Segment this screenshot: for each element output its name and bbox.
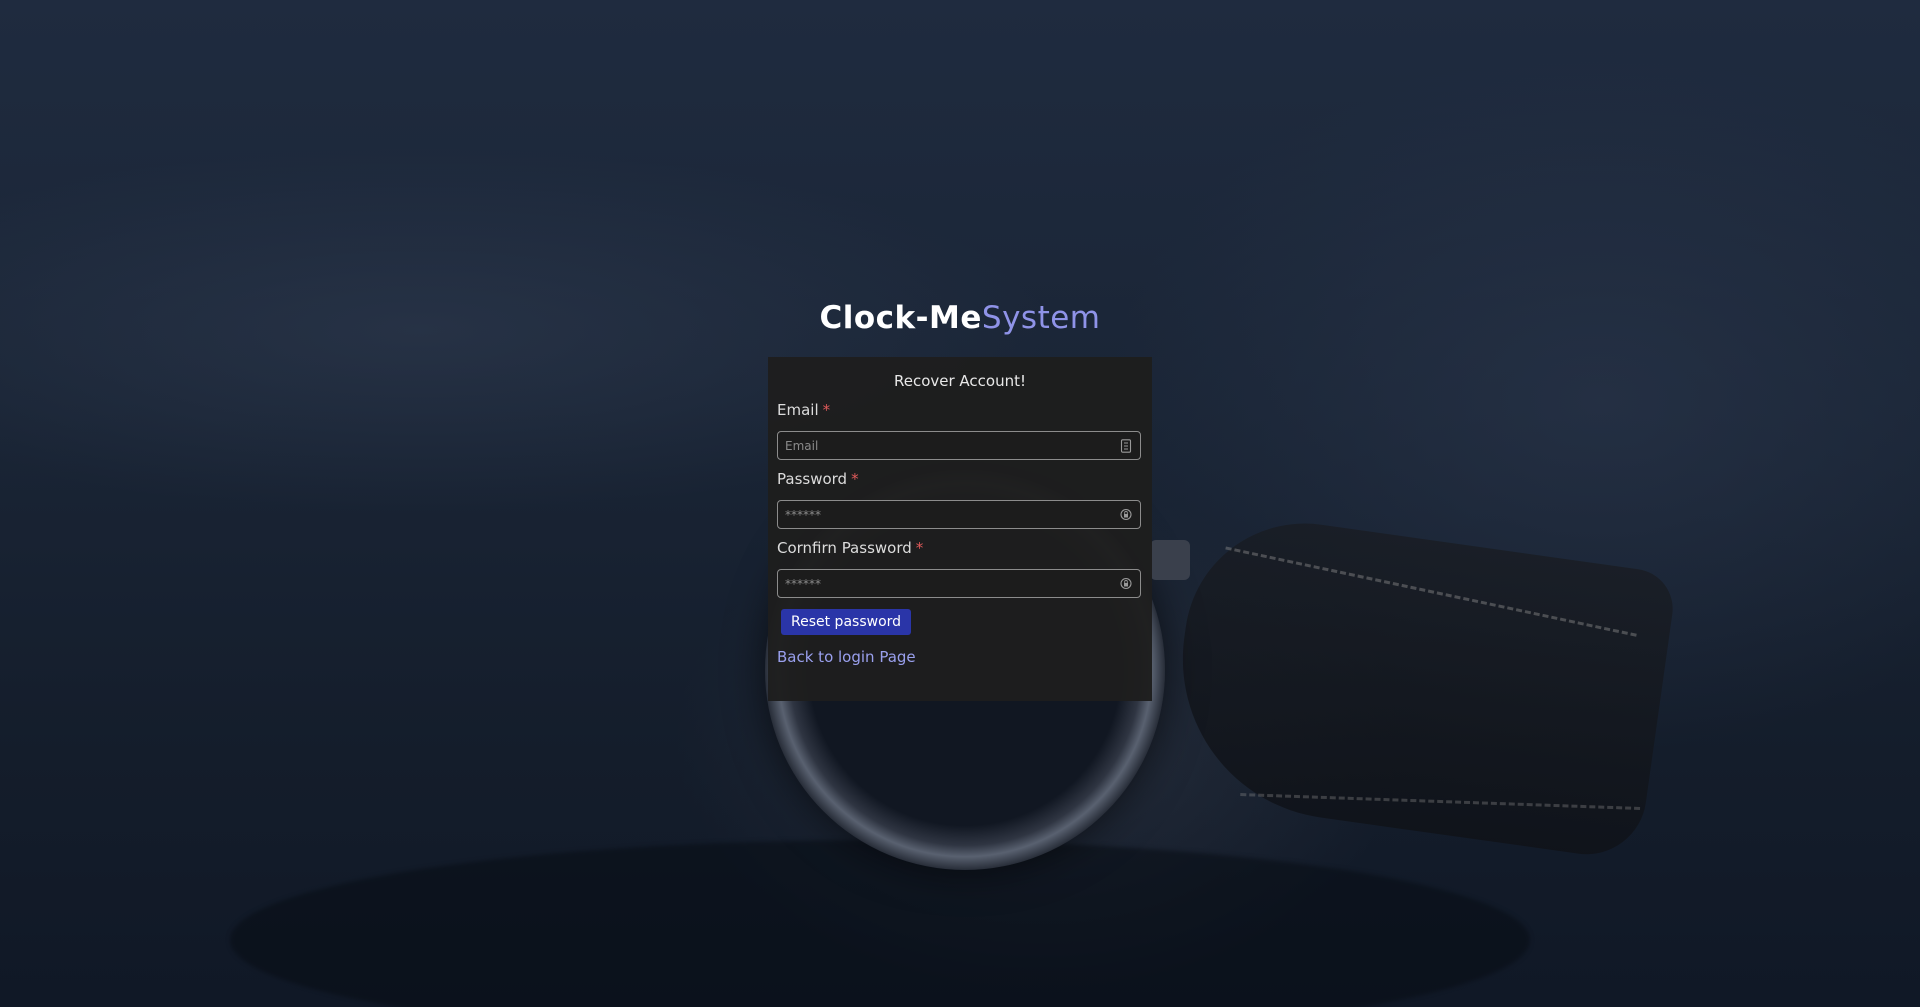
password-field-wrapper (777, 500, 1141, 529)
app-title-light: System (981, 300, 1101, 336)
required-marker: * (851, 470, 859, 488)
password-label-text: Password (777, 470, 848, 488)
recover-account-form: Recover Account! Email* Password* Cornfi… (768, 357, 1152, 701)
password-field[interactable] (778, 501, 1108, 528)
background-watch-strap (1162, 508, 1678, 862)
email-field-wrapper (777, 431, 1141, 460)
password-label: Password * (777, 468, 1143, 490)
background-watch-crown (1150, 540, 1190, 580)
app-title-bold: Clock-Me (819, 300, 982, 336)
background-strap-stitching-lower (1239, 793, 1641, 820)
email-label-text: Email (777, 401, 819, 419)
confirm-password-field[interactable] (778, 570, 1108, 597)
app-title: Clock-MeSystem (0, 300, 1920, 336)
email-label: Email * (777, 399, 1143, 421)
background-shadow (230, 840, 1530, 1007)
background-strap-stitching (1223, 546, 1637, 647)
form-heading: Recover Account! (893, 372, 1027, 390)
email-field[interactable] (778, 432, 1108, 459)
lock-icon (1120, 508, 1132, 521)
id-card-icon (1120, 439, 1132, 453)
reset-password-button[interactable]: Reset password (781, 609, 912, 635)
confirm-password-field-wrapper (777, 569, 1141, 598)
lock-icon (1120, 577, 1132, 590)
required-marker: * (822, 401, 831, 419)
confirm-password-label-text: Cornfirn Password (777, 539, 912, 557)
back-to-login-link[interactable]: Back to login Page (777, 647, 1143, 667)
confirm-password-label: Cornfirn Password * (777, 537, 1143, 559)
required-marker: * (915, 539, 924, 557)
